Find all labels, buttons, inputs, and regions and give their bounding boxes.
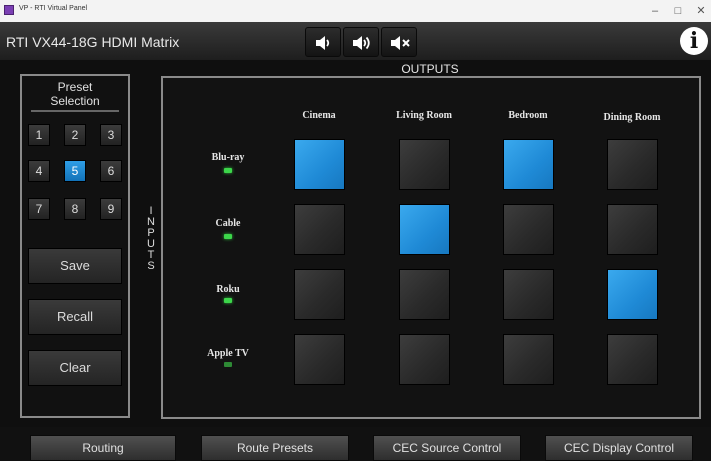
route-cell-roku-dining-room[interactable]	[607, 269, 658, 320]
output-header-bedroom: Bedroom	[508, 110, 548, 121]
route-cell-cable-dining-room[interactable]	[607, 204, 658, 255]
tab-route-presets[interactable]: Route Presets	[201, 435, 349, 461]
preset-button-7[interactable]: 7	[28, 198, 50, 220]
route-cell-apple-tv-bedroom[interactable]	[503, 334, 554, 385]
route-cell-cable-bedroom[interactable]	[503, 204, 554, 255]
output-header-dining-room: Dining Room	[603, 112, 661, 123]
window-title: VP - RTI Virtual Panel	[19, 5, 88, 12]
route-cell-roku-bedroom[interactable]	[503, 269, 554, 320]
preset-title-line2: Selection	[50, 94, 100, 108]
outputs-label: OUTPUTS	[401, 62, 459, 76]
input-header-cable: Cable	[215, 218, 241, 229]
volume-up-icon	[353, 36, 370, 50]
minimize-button[interactable]: –	[645, 3, 665, 19]
route-cell-roku-cinema[interactable]	[294, 269, 345, 320]
recall-button[interactable]: Recall	[28, 299, 122, 335]
app-title: RTI VX44-18G HDMI Matrix	[6, 34, 180, 50]
input-header-apple-tv: Apple TV	[207, 348, 249, 359]
preset-title: Preset Selection	[22, 80, 128, 108]
input-status-led-blu-ray	[224, 168, 232, 173]
preset-button-3[interactable]: 3	[100, 124, 122, 146]
tab-routing[interactable]: Routing	[30, 435, 176, 461]
route-cell-cable-cinema[interactable]	[294, 204, 345, 255]
output-header-living-room: Living Room	[396, 110, 452, 121]
route-cell-blu-ray-cinema[interactable]	[294, 139, 345, 190]
preset-button-1[interactable]: 1	[28, 124, 50, 146]
mute-button[interactable]	[381, 27, 417, 57]
window-titlebar: VP - RTI Virtual Panel – □ ✕	[0, 0, 711, 23]
save-button[interactable]: Save	[28, 248, 122, 284]
route-cell-blu-ray-dining-room[interactable]	[607, 139, 658, 190]
route-cell-blu-ray-living-room[interactable]	[399, 139, 450, 190]
preset-panel: Preset Selection 1 2 3 4 5 6 7 8 9 Save …	[20, 74, 130, 418]
volume-down-icon	[316, 36, 330, 50]
info-button[interactable]: i	[680, 27, 708, 55]
preset-title-divider	[31, 110, 119, 112]
input-status-led-cable	[224, 234, 232, 239]
inputs-label-letter: S	[147, 260, 155, 272]
inputs-label: I N P U T S	[144, 206, 158, 272]
info-icon: i	[689, 28, 699, 54]
preset-button-4[interactable]: 4	[28, 160, 50, 182]
route-cell-cable-living-room[interactable]	[399, 204, 450, 255]
input-header-roku: Roku	[216, 284, 240, 295]
volume-down-button[interactable]	[305, 27, 341, 57]
output-header-cinema: Cinema	[302, 110, 336, 121]
preset-button-8[interactable]: 8	[64, 198, 86, 220]
route-cell-blu-ray-bedroom[interactable]	[503, 139, 554, 190]
tab-cec-source-control[interactable]: CEC Source Control	[373, 435, 521, 461]
volume-up-button[interactable]	[343, 27, 379, 57]
route-cell-roku-living-room[interactable]	[399, 269, 450, 320]
tab-cec-display-control[interactable]: CEC Display Control	[545, 435, 693, 461]
maximize-button[interactable]: □	[668, 3, 688, 19]
route-cell-apple-tv-dining-room[interactable]	[607, 334, 658, 385]
route-cell-apple-tv-living-room[interactable]	[399, 334, 450, 385]
preset-button-6[interactable]: 6	[100, 160, 122, 182]
preset-button-2[interactable]: 2	[64, 124, 86, 146]
route-cell-apple-tv-cinema[interactable]	[294, 334, 345, 385]
app-icon	[4, 5, 14, 15]
input-status-led-roku	[224, 298, 232, 303]
close-button[interactable]: ✕	[691, 3, 711, 19]
input-header-blu-ray: Blu-ray	[211, 152, 245, 163]
clear-button[interactable]: Clear	[28, 350, 122, 386]
input-status-led-apple-tv	[224, 362, 232, 367]
preset-button-5[interactable]: 5	[64, 160, 86, 182]
preset-title-line1: Preset	[57, 80, 93, 94]
mute-icon	[391, 36, 410, 50]
preset-button-9[interactable]: 9	[100, 198, 122, 220]
